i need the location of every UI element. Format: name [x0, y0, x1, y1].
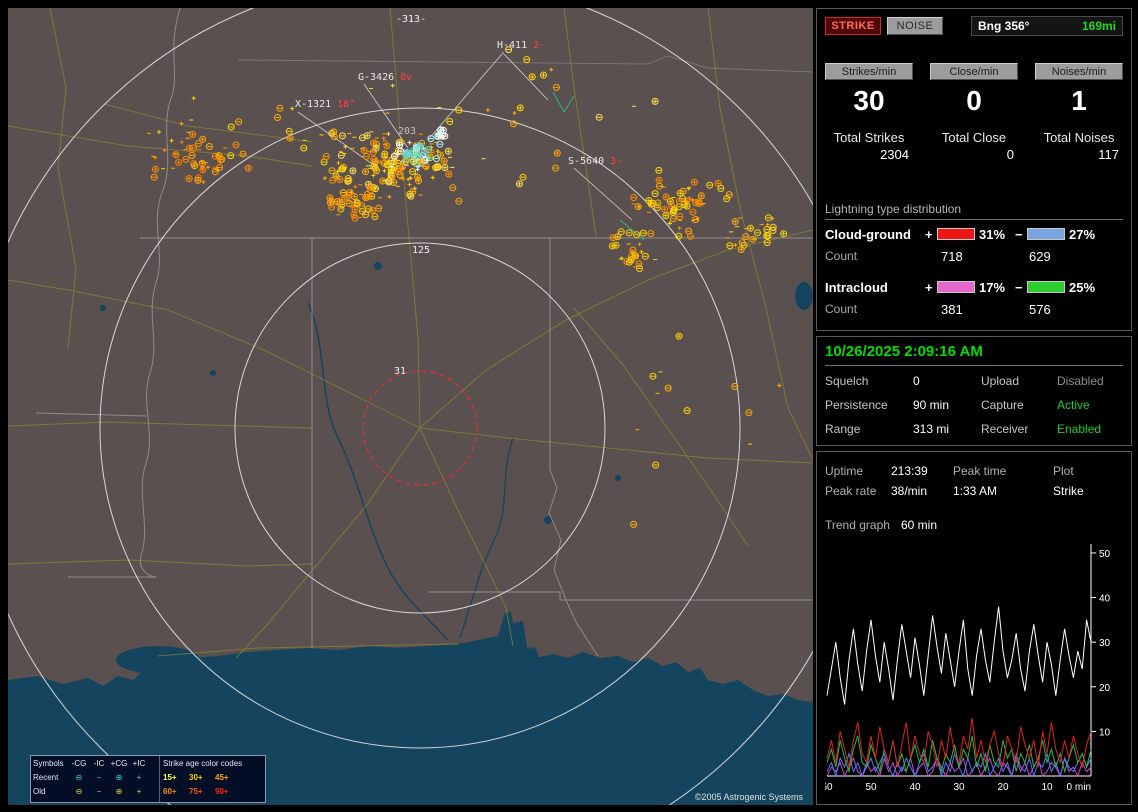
svg-text:30: 30 [953, 782, 965, 793]
close-per-min-button[interactable]: Close/min [930, 63, 1018, 80]
cg-count-label: Count [825, 249, 858, 263]
total-noises-value: 117 [1098, 147, 1119, 162]
total-noises-label: Total Noises [1043, 130, 1115, 145]
legend-age-row-1: 15+ 30+ 45+ [163, 773, 229, 782]
total-close-label: Total Close [941, 130, 1007, 145]
legend-recent-symbols: ⊖ − ⊕ + [75, 773, 142, 782]
ic-minus-pct: 25% [1069, 279, 1096, 295]
svg-text:125: 125 [412, 245, 430, 256]
svg-text:50: 50 [1099, 549, 1111, 560]
uptime-label: Uptime [825, 464, 864, 478]
ic-minus-sign: − [1015, 279, 1023, 295]
total-close-value: 0 [1006, 147, 1014, 162]
persistence-value: 90 min [913, 398, 950, 412]
svg-text:10: 10 [1041, 782, 1053, 793]
svg-text:10: 10 [1099, 727, 1111, 738]
trend-window-value: 60 min [901, 518, 938, 532]
legend-old-symbols: ⊖ − ⊕ + [75, 787, 142, 796]
noise-mode-button[interactable]: NOISE [887, 17, 943, 35]
svg-text:60: 60 [825, 782, 833, 793]
receiver-status: Enabled [1057, 422, 1102, 436]
ic-plus-count: 381 [941, 302, 963, 317]
svg-text:40: 40 [909, 782, 921, 793]
legend-symbols-title: Symbols [33, 759, 64, 768]
trend-graph-label: Trend graph [825, 518, 890, 532]
status-panel: 10/26/2025 2:09:16 AM Squelch 0 Upload D… [816, 336, 1132, 446]
svg-text:-313-: -313- [396, 14, 426, 25]
map-canvas: -313- 125 31 X-1321 18^ G-3426 8v H-411 2- S-5… [8, 8, 813, 805]
range-label: Range [825, 422, 861, 436]
ic-plus-sign: + [925, 279, 933, 295]
peak-rate-value: 38/min [891, 484, 928, 498]
cg-minus-bar [1027, 228, 1065, 240]
ic-count-label: Count [825, 302, 858, 316]
svg-text:X-1321 18^: X-1321 18^ [295, 99, 355, 110]
svg-text:20: 20 [997, 782, 1009, 793]
bearing-label: Bng 356° [978, 19, 1030, 33]
close-per-min-value: 0 [966, 85, 982, 116]
svg-text:50: 50 [865, 782, 877, 793]
ic-minus-count: 576 [1029, 302, 1051, 317]
svg-text:31: 31 [394, 366, 406, 377]
storm-map[interactable]: -313- 125 31 X-1321 18^ G-3426 8v H-411 2- S-5… [8, 8, 813, 805]
ic-plus-pct: 17% [979, 279, 1006, 295]
strikes-per-min-button[interactable]: Strikes/min [825, 63, 913, 80]
copyright-text: ©2005 Astrogenic Systems [694, 792, 803, 802]
cg-plus-sign: + [925, 226, 933, 242]
noises-per-min-value: 1 [1071, 85, 1087, 116]
datetime-display: 10/26/2025 2:09:16 AM [825, 343, 1123, 366]
capture-status: Active [1057, 398, 1090, 412]
plot-label: Plot [1053, 464, 1074, 478]
peak-rate-label: Peak rate [825, 484, 877, 498]
uptime-value: 213:39 [891, 464, 928, 478]
svg-text:H-411 2-: H-411 2- [497, 40, 545, 51]
bearing-display: Bng 356° 169mi [971, 16, 1123, 36]
svg-text:0 min: 0 min [1067, 782, 1091, 793]
upload-status: Disabled [1057, 374, 1104, 388]
bearing-distance: 169mi [1081, 19, 1116, 33]
intracloud-label: Intracloud [825, 279, 888, 295]
squelch-label: Squelch [825, 374, 869, 388]
svg-text:20: 20 [1099, 683, 1111, 694]
cg-plus-pct: 31% [979, 226, 1006, 242]
legend-age-row-2: 60+ 75+ 90+ [163, 787, 229, 796]
upload-label: Upload [981, 374, 1020, 388]
svg-text:30: 30 [1099, 638, 1111, 649]
range-value: 313 mi [913, 422, 950, 436]
cloud-ground-label: Cloud-ground [825, 226, 911, 242]
total-strikes-label: Total Strikes [833, 130, 905, 145]
ic-minus-bar [1027, 281, 1065, 293]
strike-counters-panel: STRIKE NOISE Bng 356° 169mi Strikes/min … [816, 8, 1132, 331]
map-legend: Symbols -CG -IC +CG +IC Recent ⊖ − ⊕ + Old ⊖ − ⊕… [30, 755, 266, 803]
svg-text:203: 203 [398, 126, 416, 137]
svg-text:G-3426 8v: G-3426 8v [358, 72, 412, 83]
distribution-heading: Lightning type distribution [825, 202, 962, 216]
peak-time-label: Peak time [953, 464, 1007, 478]
capture-label: Capture [981, 398, 1024, 412]
svg-text:S-5640 3-: S-5640 3- [568, 156, 622, 167]
plot-value: Strike [1053, 484, 1084, 498]
cg-minus-pct: 27% [1069, 226, 1096, 242]
legend-age-title: Strike age color codes [163, 759, 243, 768]
cg-minus-sign: − [1015, 226, 1023, 242]
legend-column-headers: -CG -IC +CG +IC [71, 759, 146, 768]
trend-graph: 50 40 30 20 10 60 50 40 30 20 10 0 min [821, 544, 1111, 793]
total-strikes-value: 2304 [880, 147, 909, 162]
trend-panel: Uptime 213:39 Peak time Plot Peak rate 3… [816, 451, 1132, 805]
peak-time-value: 1:33 AM [953, 484, 998, 498]
svg-text:40: 40 [1099, 594, 1111, 605]
cg-plus-bar [937, 228, 975, 240]
legend-old-label: Old [33, 787, 46, 796]
ic-plus-bar [937, 281, 975, 293]
strikes-per-min-value: 30 [853, 85, 885, 116]
legend-recent-label: Recent [33, 773, 59, 782]
cg-minus-count: 629 [1029, 249, 1051, 264]
strike-mode-button[interactable]: STRIKE [825, 17, 881, 35]
cg-plus-count: 718 [941, 249, 963, 264]
receiver-label: Receiver [981, 422, 1029, 436]
squelch-value: 0 [913, 374, 920, 388]
persistence-label: Persistence [825, 398, 888, 412]
noises-per-min-button[interactable]: Noises/min [1035, 63, 1123, 80]
